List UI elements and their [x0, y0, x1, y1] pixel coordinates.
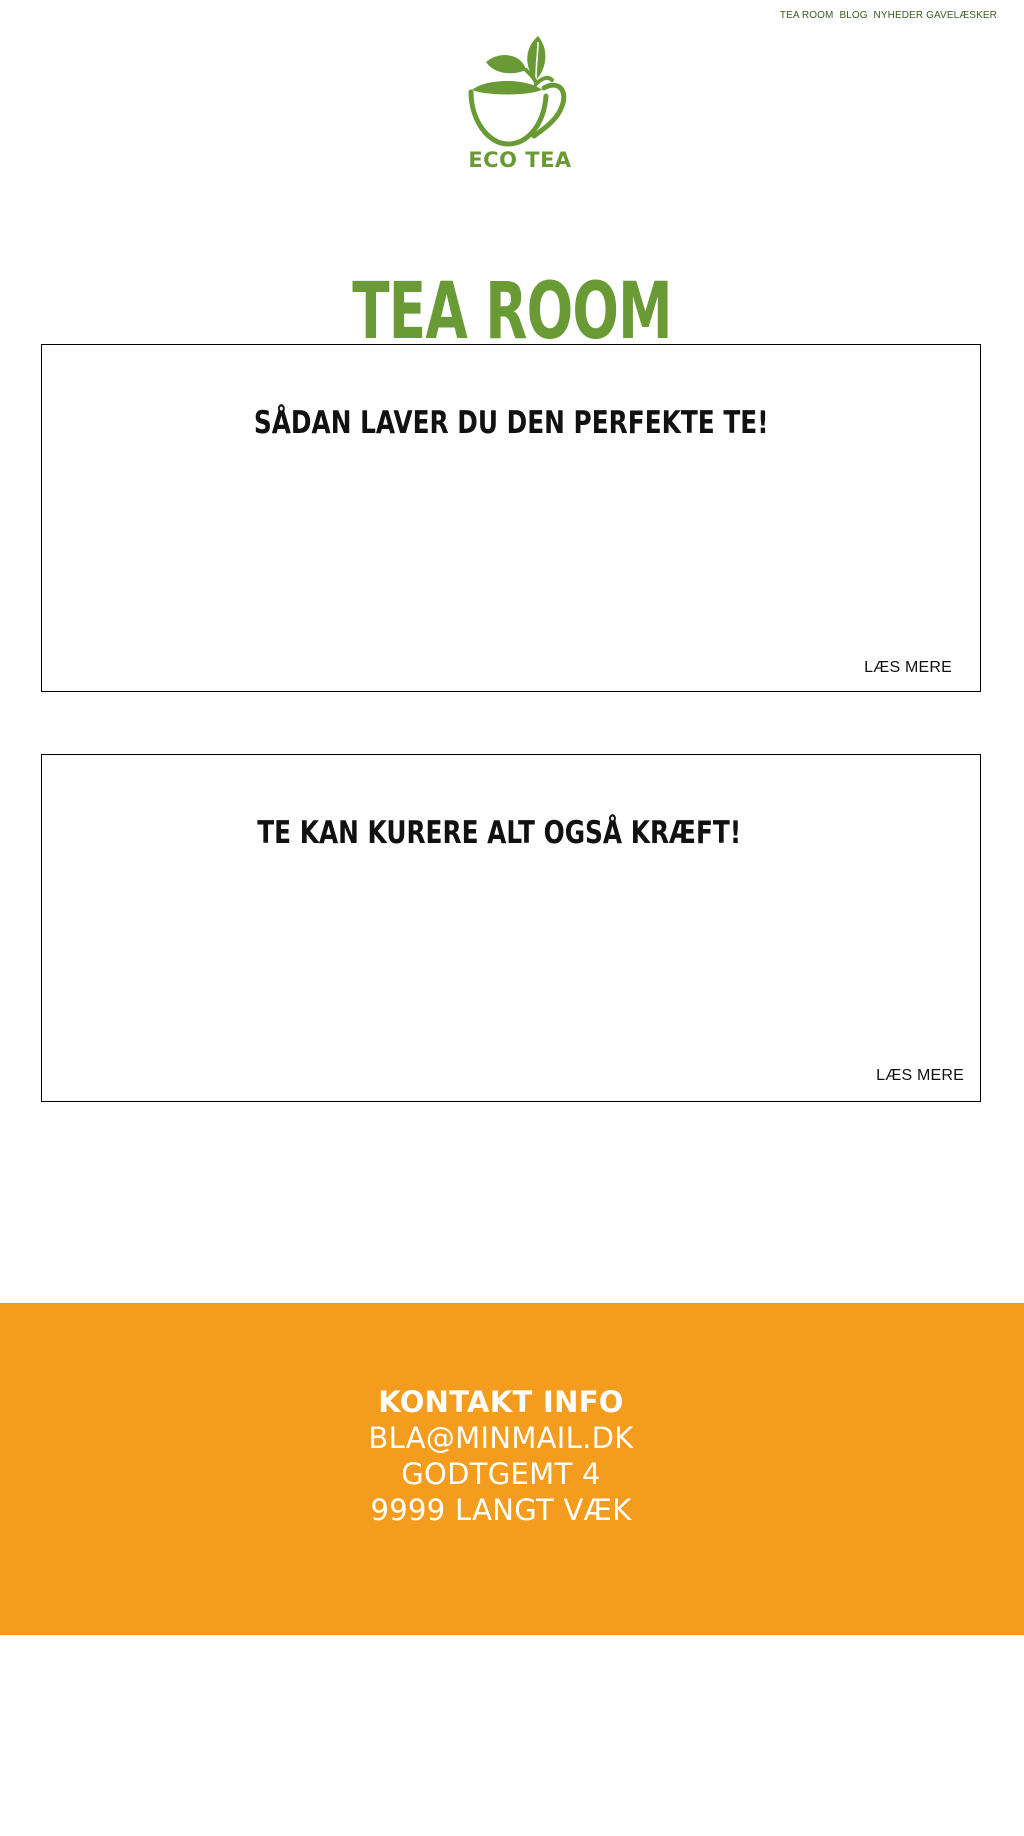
footer: KONTAKT INFO BLA@MINMAIL.DK GODTGEMT 4 9…: [0, 1303, 1024, 1635]
contact-city: 9999 LANGT VÆK: [370, 1493, 632, 1527]
nav-item-blog[interactable]: BLOG: [839, 10, 867, 21]
nav-item-tea-room[interactable]: TEA ROOM: [780, 10, 834, 21]
read-more-link[interactable]: LÆS MERE: [876, 1067, 964, 1085]
article-title: TE KAN KURERE ALT OGSÅ KRÆFT!: [257, 814, 742, 851]
tea-cup-leaf-icon: [468, 36, 567, 147]
logo-text: ECO TEA: [468, 148, 572, 172]
article-title: SÅDAN LAVER DU DEN PERFEKTE TE!: [253, 404, 769, 441]
article-card: SÅDAN LAVER DU DEN PERFEKTE TE! LÆS MERE: [41, 344, 981, 692]
read-more-link[interactable]: LÆS MERE: [864, 659, 952, 677]
site-logo[interactable]: ECO TEA: [466, 34, 576, 178]
article-card: TE KAN KURERE ALT OGSÅ KRÆFT! LÆS MERE: [41, 754, 981, 1102]
nav-item-gavelaesker[interactable]: GAVELÆSKER: [926, 10, 997, 21]
top-navigation: TEA ROOM BLOG NYHEDER GAVELÆSKER: [780, 10, 997, 21]
nav-item-nyheder[interactable]: NYHEDER: [874, 10, 924, 21]
contact-email[interactable]: BLA@MINMAIL.DK: [0, 1420, 1002, 1456]
contact-heading: KONTAKT INFO: [378, 1385, 624, 1419]
contact-street: GODTGEMT 4: [401, 1457, 601, 1491]
contact-info: KONTAKT INFO BLA@MINMAIL.DK GODTGEMT 4 9…: [0, 1384, 1002, 1528]
page: TEA ROOM BLOG NYHEDER GAVELÆSKER ECO TEA T…: [0, 0, 1024, 1836]
